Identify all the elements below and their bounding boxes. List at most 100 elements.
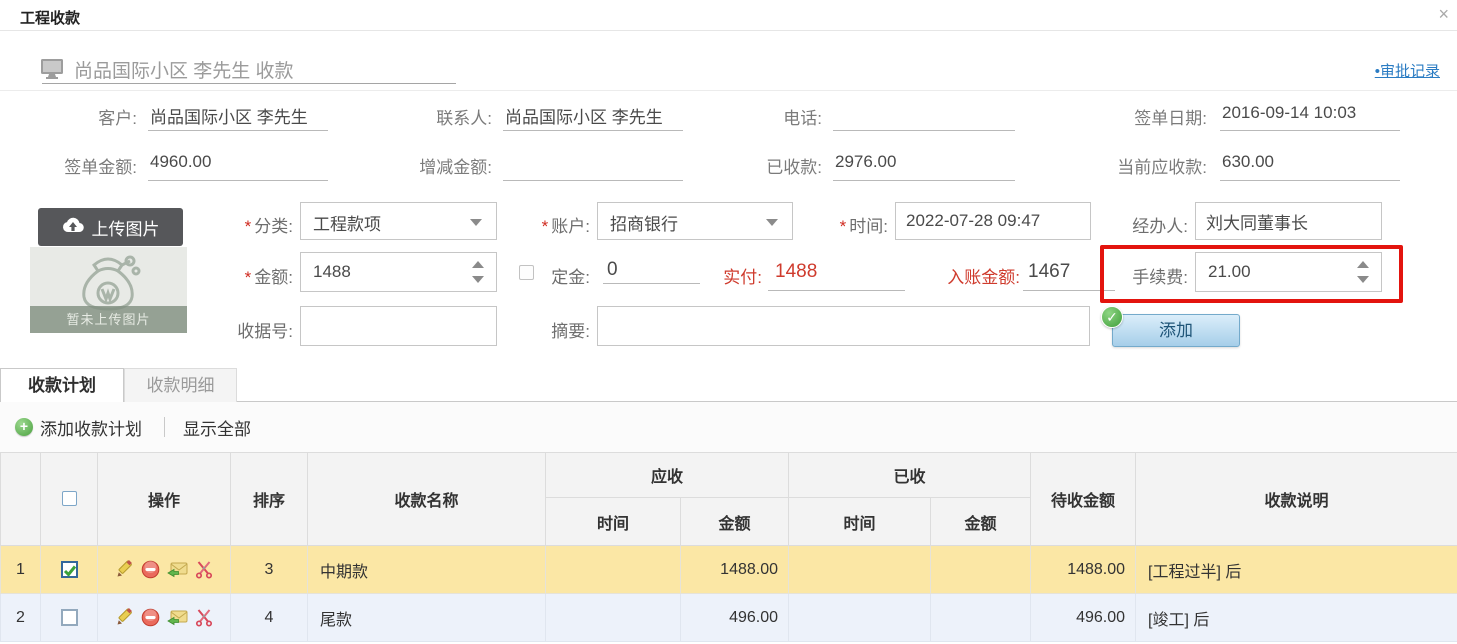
spinner-down-icon[interactable]: [1357, 276, 1369, 283]
row-note: [竣工] 后: [1136, 594, 1457, 642]
money-bag-icon: [68, 251, 148, 313]
project-payment-dialog: 工程收款 × 尚品国际小区 李先生 收款 •审批记录 客户: 尚品国际小区 李先…: [0, 0, 1457, 644]
agent-input[interactable]: [1195, 202, 1382, 240]
received-value: 2976.00: [835, 152, 1013, 172]
sign-date-value: 2016-09-14 10:03: [1222, 103, 1402, 123]
category-value: 工程款项: [313, 210, 381, 235]
spinner-up-icon[interactable]: [1357, 261, 1369, 268]
credited-label: 入账金额:: [928, 263, 1020, 288]
approval-record-link[interactable]: •审批记录: [1330, 60, 1440, 81]
time-input[interactable]: [895, 202, 1091, 240]
add-button[interactable]: 添加: [1112, 314, 1240, 347]
received-underline: [833, 180, 1015, 181]
select-all-checkbox[interactable]: [62, 491, 77, 506]
receipt-no-input[interactable]: [300, 306, 497, 346]
contact-underline: [503, 130, 683, 131]
paid-value: 1488: [775, 261, 817, 283]
upload-image-label: 上传图片: [92, 215, 160, 240]
tab-payment-plan[interactable]: 收款计划: [0, 368, 124, 402]
receivable-group-header: 应收: [546, 453, 789, 498]
customer-underline: [148, 130, 328, 131]
monitor-icon: [40, 58, 64, 85]
row-checkbox-checked[interactable]: [61, 561, 78, 578]
row-recv-time: [546, 546, 681, 594]
edit-pencil-icon[interactable]: [115, 608, 134, 627]
op-header: 操作: [98, 453, 231, 546]
row-operations: [98, 546, 231, 594]
table-row[interactable]: 2 4 尾款 496.00 496.00: [1, 594, 1457, 642]
deposit-label: 定金:: [534, 263, 590, 288]
close-icon[interactable]: ×: [1438, 4, 1449, 24]
pending-header: 待收金额: [1031, 453, 1136, 546]
category-select[interactable]: 工程款项: [300, 202, 497, 240]
tab-payment-detail[interactable]: 收款明细: [124, 368, 237, 402]
row-got-amount: [931, 546, 1031, 594]
summary-input[interactable]: [597, 306, 1090, 346]
split-scissors-icon[interactable]: [195, 608, 213, 627]
account-select[interactable]: 招商银行: [597, 202, 793, 240]
due-label: 当前应收款:: [1020, 153, 1207, 178]
show-all-button[interactable]: 显示全部: [183, 415, 251, 440]
receipt-no-label: 收据号:: [180, 317, 293, 342]
upload-image-button[interactable]: 上传图片: [38, 208, 183, 246]
amount-input[interactable]: [301, 253, 496, 291]
row-checkbox-unchecked[interactable]: [61, 609, 78, 626]
section-divider: [0, 90, 1457, 91]
required-mark: *: [840, 217, 847, 236]
due-underline: [1220, 180, 1400, 181]
toolbar-divider: [164, 417, 165, 437]
got-amount-header: 金额: [931, 498, 1031, 546]
row-name: 中期款: [308, 546, 546, 594]
dialog-title: 工程收款: [20, 7, 80, 28]
name-header: 收款名称: [308, 453, 546, 546]
contact-value: 尚品国际小区 李先生: [505, 103, 682, 128]
sign-amount-underline: [148, 180, 328, 181]
image-placeholder: 暂未上传图片: [30, 247, 187, 333]
adjust-amount-label: 增减金额:: [355, 153, 492, 178]
time-label: *时间:: [780, 212, 888, 237]
edit-pencil-icon[interactable]: [115, 560, 134, 579]
account-value: 招商银行: [610, 210, 678, 235]
row-recv-time: [546, 594, 681, 642]
due-value: 630.00: [1222, 152, 1402, 172]
paid-underline: [768, 290, 905, 291]
deposit-input[interactable]: [603, 259, 700, 284]
delete-minus-icon[interactable]: [141, 560, 160, 579]
cloud-upload-icon: [62, 217, 84, 238]
amount-stepper[interactable]: [300, 252, 497, 292]
row-pending: 496.00: [1031, 594, 1136, 642]
table-row[interactable]: 1 3 中期款 1488.00: [1, 546, 1457, 594]
customer-value: 尚品国际小区 李先生: [150, 103, 327, 128]
got-time-header: 时间: [789, 498, 931, 546]
fee-label: 手续费:: [1095, 263, 1188, 288]
delete-minus-icon[interactable]: [141, 608, 160, 627]
sign-date-label: 签单日期:: [1040, 104, 1207, 129]
plus-icon: +: [15, 418, 33, 436]
add-plan-button[interactable]: + 添加收款计划: [15, 415, 142, 440]
sign-amount-label: 签单金额:: [0, 153, 137, 178]
spinner-up-icon[interactable]: [472, 261, 484, 268]
dialog-header: 工程收款 ×: [0, 0, 1457, 31]
payment-plan-table: 操作 排序 收款名称 应收 已收 待收金额 收款说明 时间 金额 时间 金额 1: [0, 452, 1457, 642]
send-envelope-icon[interactable]: [167, 560, 188, 579]
send-envelope-icon[interactable]: [167, 608, 188, 627]
row-seq: 1: [1, 546, 41, 594]
row-got-time: [789, 546, 931, 594]
no-image-caption: 暂未上传图片: [30, 306, 187, 333]
chevron-down-icon: [766, 219, 778, 226]
split-scissors-icon[interactable]: [195, 560, 213, 579]
row-order: 3: [231, 546, 308, 594]
row-got-amount: [931, 594, 1031, 642]
fee-input[interactable]: [1196, 253, 1381, 291]
summary-label: 摘要:: [480, 317, 590, 342]
sign-amount-value: 4960.00: [150, 152, 327, 172]
fee-stepper[interactable]: [1195, 252, 1382, 292]
received-label: 已收款:: [685, 153, 822, 178]
customer-label: 客户:: [0, 104, 137, 129]
table-toolbar: + 添加收款计划 显示全部: [0, 402, 1457, 452]
deposit-checkbox[interactable]: [519, 265, 534, 280]
spinner-down-icon[interactable]: [472, 276, 484, 283]
credited-underline: [1023, 290, 1115, 291]
row-recv-amount: 496.00: [681, 594, 789, 642]
agent-label: 经办人:: [1088, 212, 1188, 237]
